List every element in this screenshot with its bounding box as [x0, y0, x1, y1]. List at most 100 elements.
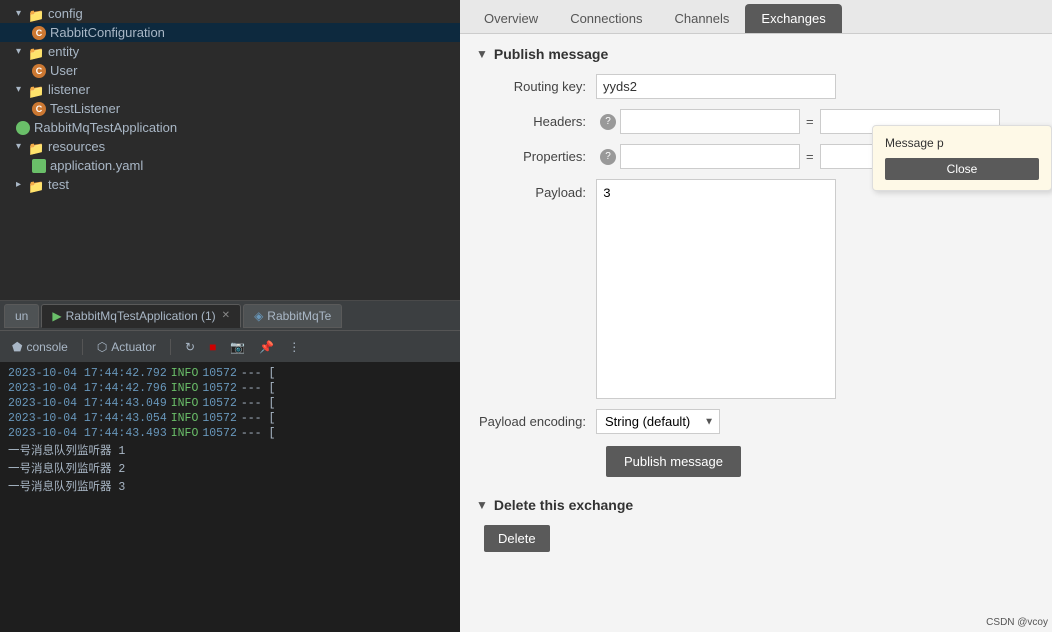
tab-label: RabbitMqTestApplication (1) — [66, 309, 216, 323]
chevron-icon: ▾ — [16, 141, 28, 152]
watermark: CSDN @vcoy — [986, 617, 1048, 628]
tree-item-listener[interactable]: ▾ 📁 listener — [0, 80, 460, 99]
actuator-btn[interactable]: ⬡ Actuator — [93, 338, 160, 356]
console-line-chinese-2: 一号消息队列监听器 2 — [0, 459, 460, 477]
log-level: INFO — [171, 412, 199, 425]
encoding-select[interactable]: String (default) Base64 — [596, 409, 720, 434]
folder-icon: 📁 — [28, 46, 44, 58]
log-timestamp: 2023-10-04 17:44:43.049 — [8, 397, 167, 410]
delete-button-label: Delete — [498, 531, 536, 546]
tooltip-text: Message p — [885, 136, 1039, 150]
log-timestamp: 2023-10-04 17:44:43.054 — [8, 412, 167, 425]
pin-icon: 📌 — [259, 340, 274, 354]
section-chevron-icon: ▼ — [476, 47, 488, 61]
stop-btn[interactable]: ■ — [205, 338, 220, 356]
tree-item-rabbit-config[interactable]: C RabbitConfiguration — [0, 23, 460, 42]
tree-item-app-yaml[interactable]: application.yaml — [0, 156, 460, 175]
class-icon: C — [32, 102, 46, 116]
tab-exchanges[interactable]: Exchanges — [745, 4, 841, 33]
tab-label: Exchanges — [761, 11, 825, 26]
tooltip-close-label: Close — [947, 162, 978, 176]
tree-label: application.yaml — [50, 158, 143, 173]
tab-run[interactable]: un — [4, 304, 39, 328]
tree-item-user[interactable]: C User — [0, 61, 460, 80]
chevron-icon: ▾ — [16, 46, 28, 57]
tree-item-entity[interactable]: ▾ 📁 entity — [0, 42, 460, 61]
console-line: 2023-10-04 17:44:43.054 INFO 10572 --- [ — [0, 411, 460, 426]
tree-label: RabbitConfiguration — [50, 25, 165, 40]
tooltip-popup: Message p Close — [872, 125, 1052, 191]
log-text: --- [ — [241, 367, 276, 380]
log-thread: 10572 — [202, 382, 237, 395]
bottom-toolbar: ⬟ console ⬡ Actuator ↻ ■ 📷 📌 ⋮ — [0, 330, 460, 362]
console-line: 2023-10-04 17:44:43.049 INFO 10572 --- [ — [0, 396, 460, 411]
properties-help-icon[interactable]: ? — [600, 149, 616, 165]
tree-label: config — [48, 6, 83, 21]
more-btn[interactable]: ⋮ — [284, 338, 304, 356]
log-timestamp: 2023-10-04 17:44:42.796 — [8, 382, 167, 395]
encoding-select-wrapper: String (default) Base64 — [596, 409, 720, 434]
routing-key-label: Routing key: — [476, 79, 596, 94]
encoding-label: Payload encoding: — [476, 414, 596, 429]
log-thread: 10572 — [202, 427, 237, 440]
log-level: INFO — [171, 397, 199, 410]
spring-icon — [16, 121, 30, 135]
tree-label: listener — [48, 82, 90, 97]
yaml-icon — [32, 159, 46, 173]
properties-key-input[interactable] — [620, 144, 800, 169]
class-icon: C — [32, 64, 46, 78]
tree-item-resources[interactable]: ▾ 📁 resources — [0, 137, 460, 156]
actuator-icon: ⬡ — [97, 340, 107, 354]
refresh-icon: ↻ — [185, 340, 195, 354]
publish-button-label: Publish message — [624, 454, 723, 469]
payload-row: Payload: 3 — [476, 179, 1036, 399]
console-label: console — [26, 340, 67, 354]
tab-channels[interactable]: Channels — [658, 4, 745, 33]
tab-connections[interactable]: Connections — [554, 4, 658, 33]
tree-item-test[interactable]: ▸ 📁 test — [0, 175, 460, 194]
delete-button[interactable]: Delete — [484, 525, 550, 552]
pin-btn[interactable]: 📌 — [255, 338, 278, 356]
headers-key-input[interactable] — [620, 109, 800, 134]
publish-section-title: Publish message — [494, 46, 608, 62]
refresh-btn[interactable]: ↻ — [181, 338, 199, 356]
publish-section-header: ▼ Publish message — [476, 46, 1036, 62]
delete-section-chevron-icon: ▼ — [476, 498, 488, 512]
more-icon: ⋮ — [288, 340, 300, 354]
tab-overview[interactable]: Overview — [468, 4, 554, 33]
tab-close-icon[interactable]: ✕ — [222, 310, 230, 321]
log-text-chinese: 一号消息队列监听器 2 — [8, 460, 125, 476]
console-line-chinese-3: 一号消息队列监听器 3 — [0, 477, 460, 495]
encoding-row: Payload encoding: String (default) Base6… — [476, 409, 1036, 434]
nav-tabs: Overview Connections Channels Exchanges — [460, 0, 1052, 34]
chevron-icon: ▾ — [16, 8, 28, 19]
publish-button[interactable]: Publish message — [606, 446, 741, 477]
tab-label: un — [15, 309, 28, 323]
tab-label: Overview — [484, 11, 538, 26]
tree-label: test — [48, 177, 69, 192]
tree-item-rabbit-app[interactable]: RabbitMqTestApplication — [0, 118, 460, 137]
payload-textarea[interactable]: 3 — [596, 179, 836, 399]
routing-key-input[interactable] — [596, 74, 836, 99]
folder-icon: 📁 — [28, 179, 44, 191]
payload-label: Payload: — [476, 179, 596, 200]
tree-item-config[interactable]: ▾ 📁 config — [0, 4, 460, 23]
tab-label: Connections — [570, 11, 642, 26]
routing-key-row: Routing key: — [476, 74, 1036, 99]
console-btn[interactable]: ⬟ console — [8, 338, 72, 356]
log-text: --- [ — [241, 427, 276, 440]
tab-rabbit[interactable]: ◈ RabbitMqTe — [243, 304, 342, 328]
log-text: --- [ — [241, 412, 276, 425]
headers-help-icon[interactable]: ? — [600, 114, 616, 130]
tree-label: RabbitMqTestApplication — [34, 120, 177, 135]
editor-tab-bar: un ▶ RabbitMqTestApplication (1) ✕ ◈ Rab… — [0, 300, 460, 330]
run-icon: ◈ — [254, 309, 263, 323]
equals-sign-2: = — [806, 149, 814, 164]
tree-item-test-listener[interactable]: C TestListener — [0, 99, 460, 118]
console-output: 2023-10-04 17:44:42.792 INFO 10572 --- [… — [0, 362, 460, 632]
file-tree: ▾ 📁 config C RabbitConfiguration ▾ 📁 ent… — [0, 0, 460, 300]
tooltip-close-button[interactable]: Close — [885, 158, 1039, 180]
stop-icon: ■ — [209, 340, 216, 354]
camera-btn[interactable]: 📷 — [226, 338, 249, 356]
tab-app[interactable]: ▶ RabbitMqTestApplication (1) ✕ — [41, 304, 241, 328]
